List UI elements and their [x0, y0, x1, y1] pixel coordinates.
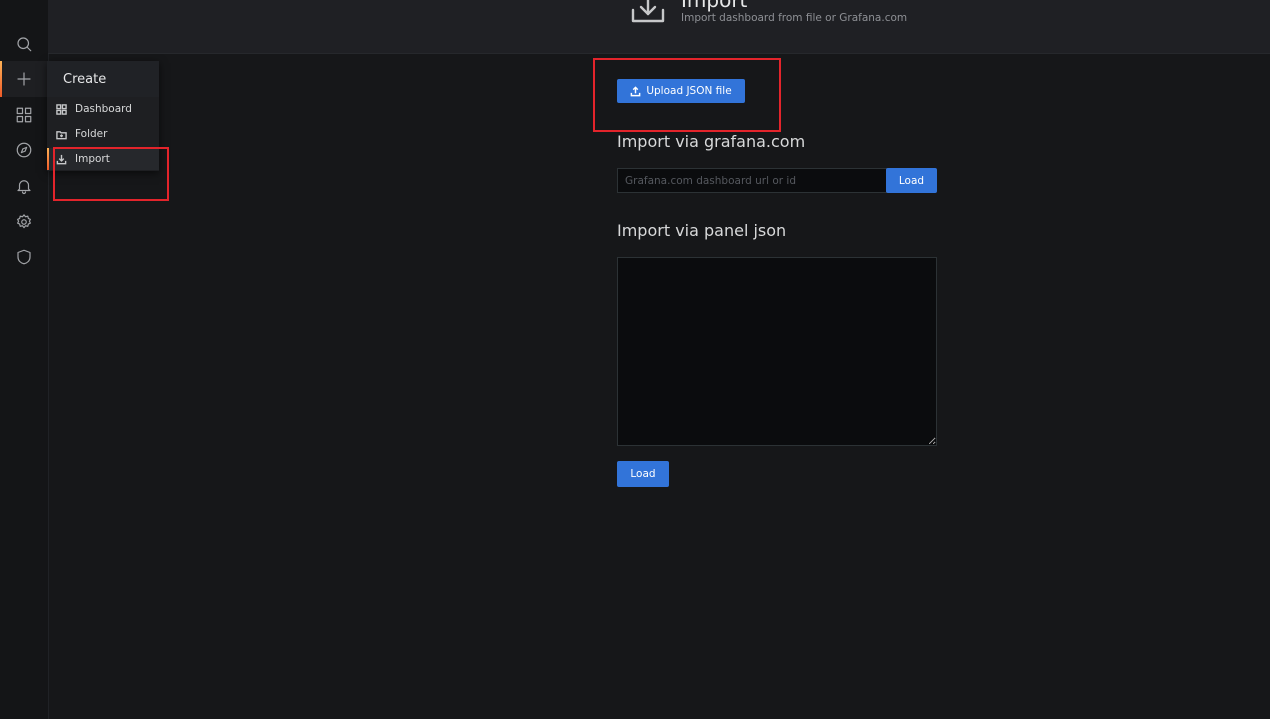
grafana-com-heading: Import via grafana.com: [617, 132, 806, 151]
apps-icon: [56, 103, 67, 115]
apps-icon[interactable]: [0, 97, 48, 133]
upload-json-label: Upload JSON file: [646, 85, 732, 97]
upload-icon: [630, 85, 641, 96]
shield-icon[interactable]: [0, 239, 48, 275]
import-icon: [630, 0, 666, 24]
create-menu-title[interactable]: Create: [47, 61, 159, 97]
page-header: Import Import dashboard from file or Gra…: [48, 0, 1270, 54]
plus-icon[interactable]: [0, 61, 48, 97]
gear-icon[interactable]: [0, 204, 48, 240]
folder-plus-icon: [56, 130, 67, 139]
search-icon[interactable]: [0, 26, 48, 62]
page-title: Import: [681, 0, 748, 12]
import-icon: [56, 154, 67, 164]
menu-item-folder[interactable]: Folder: [47, 123, 159, 145]
menu-item-import[interactable]: Import: [47, 148, 159, 170]
menu-item-dashboard[interactable]: Dashboard: [47, 98, 159, 120]
panel-json-load-button[interactable]: Load: [617, 461, 669, 487]
compass-icon[interactable]: [0, 132, 48, 168]
create-dropdown: Create Dashboard Folder Import: [47, 61, 159, 171]
panel-json-heading: Import via panel json: [617, 221, 787, 240]
bell-icon[interactable]: [0, 168, 48, 204]
panel-json-textarea[interactable]: [617, 257, 937, 446]
side-menu: [0, 0, 49, 719]
grafana-com-load-button[interactable]: Load: [886, 168, 937, 193]
menu-item-label: Import: [75, 153, 110, 165]
menu-item-label: Folder: [75, 128, 108, 140]
upload-json-button[interactable]: Upload JSON file: [617, 79, 745, 103]
menu-item-label: Dashboard: [75, 103, 132, 115]
page-subtitle: Import dashboard from file or Grafana.co…: [681, 12, 908, 24]
grafana-com-url-input[interactable]: [617, 168, 887, 193]
